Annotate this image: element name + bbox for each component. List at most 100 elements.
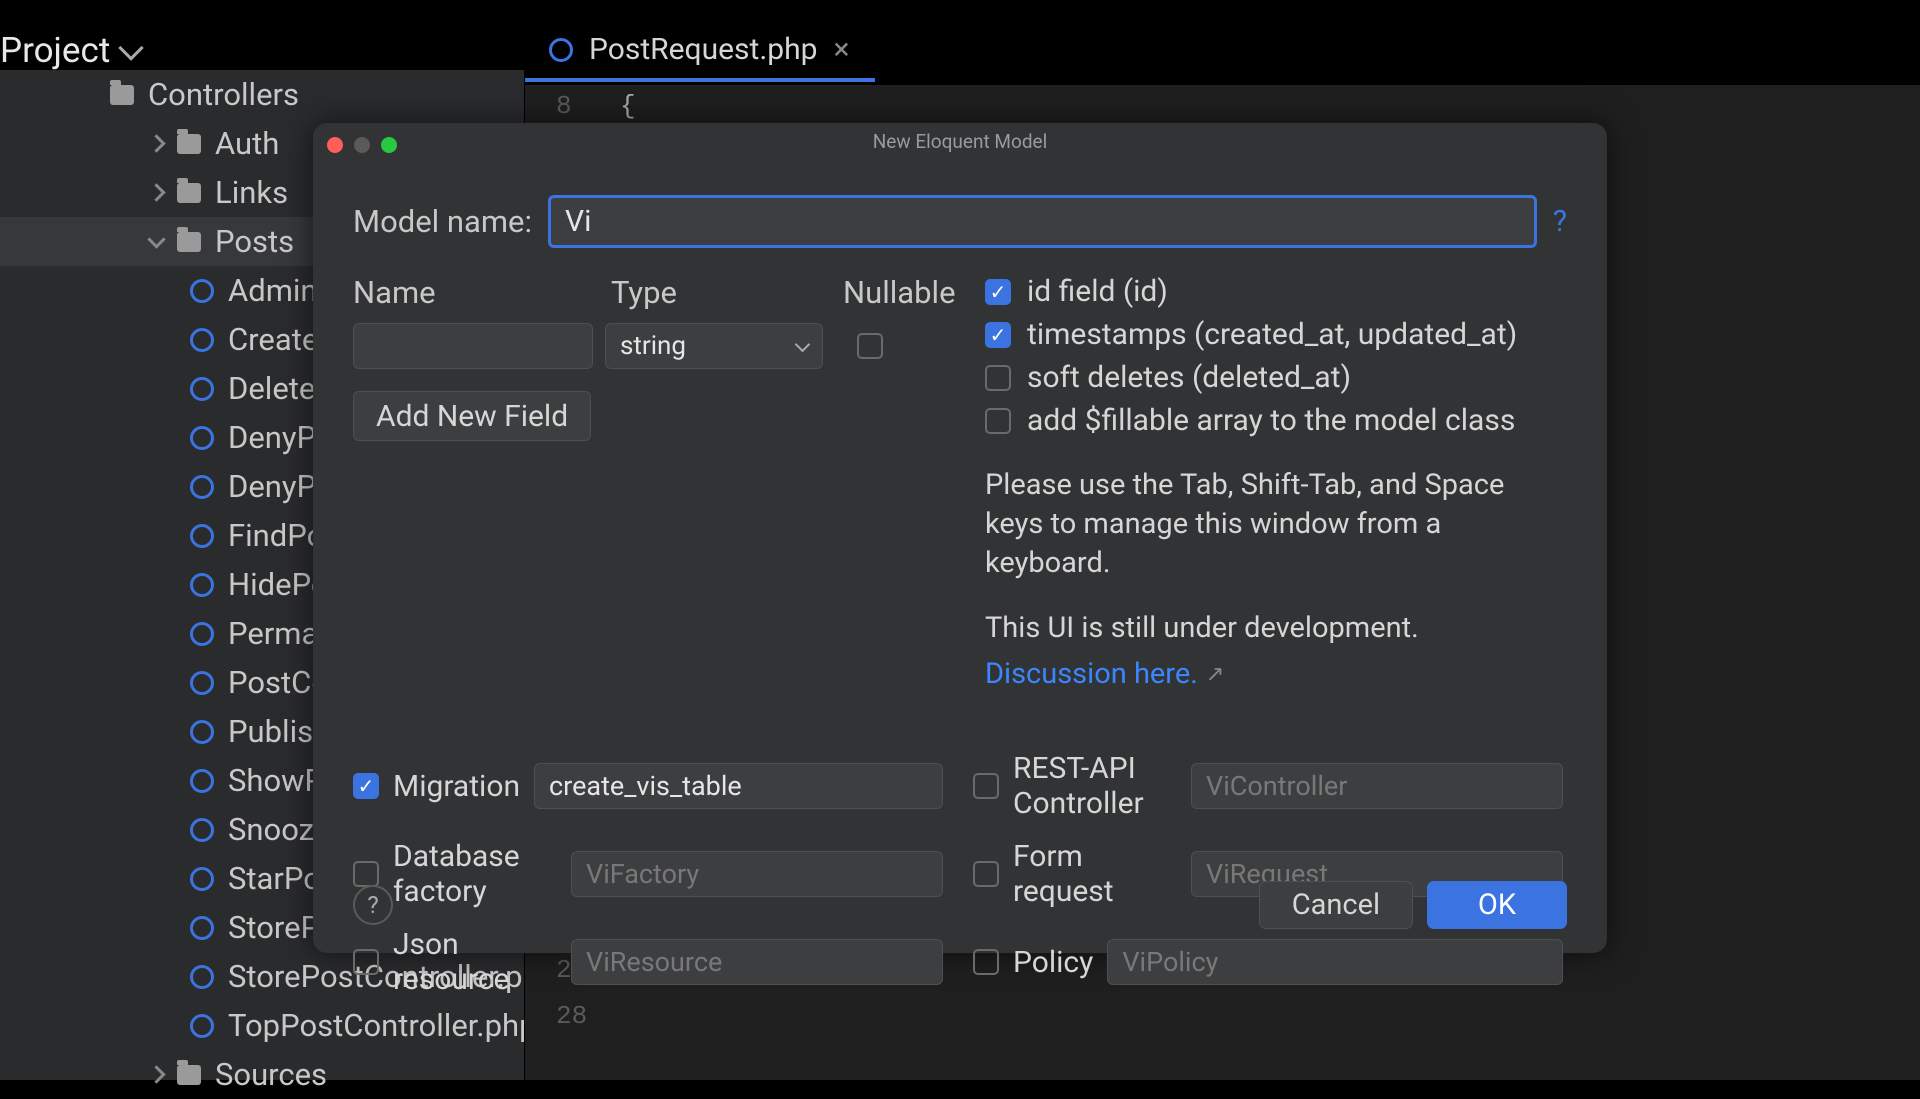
migration-checkbox[interactable]: ✓	[353, 773, 379, 799]
folder-icon	[177, 1065, 201, 1085]
class-file-icon	[190, 622, 214, 646]
window-minimize-icon	[354, 137, 370, 153]
dialog-help-button[interactable]: ?	[353, 885, 393, 925]
discussion-link[interactable]: Discussion here. ↗	[985, 657, 1224, 691]
class-file-icon	[190, 965, 214, 989]
chevron-right-icon	[147, 1065, 165, 1083]
tree-file-label: DenyP	[228, 419, 316, 456]
active-tab-indicator	[525, 78, 875, 82]
tree-label: Posts	[215, 223, 294, 260]
chevron-down-icon	[147, 230, 165, 248]
tree-file-label: StarPo	[228, 860, 321, 897]
tree-label: Links	[215, 174, 288, 211]
json-resource-checkbox[interactable]	[353, 949, 379, 975]
dialog-titlebar[interactable]: New Eloquent Model	[313, 123, 1607, 161]
tree-file-label: Create	[228, 321, 318, 358]
folder-icon	[110, 85, 134, 105]
class-file-icon	[190, 1014, 214, 1038]
tree-file-label: DenyP	[228, 468, 316, 505]
policy-input[interactable]	[1107, 939, 1563, 985]
code-text: {	[620, 91, 636, 121]
json-resource-label: Json resource	[393, 927, 557, 997]
field-type-select[interactable]: string	[605, 323, 823, 369]
model-name-input[interactable]	[548, 195, 1537, 248]
dialog-title: New Eloquent Model	[873, 130, 1047, 153]
policy-label: Policy	[1013, 945, 1093, 980]
field-name-input[interactable]	[353, 323, 593, 369]
tree-folder-controllers[interactable]: Controllers	[0, 70, 524, 119]
json-resource-input[interactable]	[571, 939, 943, 985]
model-name-label: Model name:	[353, 203, 532, 240]
tree-file-label: TopPostController.php	[228, 1007, 524, 1044]
tree-label: Auth	[215, 125, 279, 162]
folder-icon	[177, 232, 201, 252]
line-number: 28	[556, 1001, 587, 1031]
window-zoom-icon[interactable]	[381, 137, 397, 153]
tree-file-label: Snooz	[228, 811, 314, 848]
class-file-icon	[549, 38, 573, 62]
chevron-down-icon	[795, 336, 811, 352]
fillable-label: add $fillable array to the model class	[1027, 403, 1515, 438]
tree-file-label: Admin	[228, 272, 318, 309]
add-new-field-button[interactable]: Add New Field	[353, 391, 591, 441]
new-eloquent-model-dialog: New Eloquent Model Model name: ? Name Ty…	[313, 123, 1607, 953]
soft-deletes-checkbox[interactable]	[985, 365, 1011, 391]
class-file-icon	[190, 818, 214, 842]
fillable-checkbox[interactable]	[985, 408, 1011, 434]
class-file-icon	[190, 377, 214, 401]
timestamps-checkbox[interactable]: ✓	[985, 322, 1011, 348]
class-file-icon	[190, 426, 214, 450]
tree-file-label: ShowP	[228, 762, 324, 799]
migration-label: Migration	[393, 769, 520, 804]
tree-label: Sources	[215, 1056, 327, 1093]
folder-icon	[177, 183, 201, 203]
folder-icon	[177, 134, 201, 154]
class-file-icon	[190, 328, 214, 352]
cancel-button[interactable]: Cancel	[1259, 881, 1413, 929]
col-header-type: Type	[611, 274, 843, 311]
rest-controller-checkbox[interactable]	[973, 773, 999, 799]
editor-tab[interactable]: PostRequest.php ×	[525, 20, 873, 79]
ok-button[interactable]: OK	[1427, 881, 1567, 929]
project-toolwindow-button[interactable]: Project	[0, 0, 140, 71]
col-header-name: Name	[353, 274, 611, 311]
class-file-icon	[190, 475, 214, 499]
tree-file[interactable]: TopPostController.php	[0, 1001, 524, 1050]
timestamps-label: timestamps (created_at, updated_at)	[1027, 317, 1517, 352]
class-file-icon	[190, 720, 214, 744]
class-file-icon	[190, 573, 214, 597]
tab-label: PostRequest.php	[589, 32, 817, 67]
class-file-icon	[190, 524, 214, 548]
col-header-nullable: Nullable	[843, 274, 971, 311]
chevron-right-icon	[147, 183, 165, 201]
tree-file-label: Perma	[228, 615, 318, 652]
soft-deletes-label: soft deletes (deleted_at)	[1027, 360, 1351, 395]
project-label: Project	[0, 30, 110, 71]
tree-file-label: FindPo	[228, 517, 324, 554]
policy-checkbox[interactable]	[973, 949, 999, 975]
line-number: 8	[556, 91, 572, 121]
id-field-checkbox[interactable]: ✓	[985, 279, 1011, 305]
class-file-icon	[190, 916, 214, 940]
discussion-link-text: Discussion here.	[985, 657, 1198, 691]
rest-controller-input[interactable]	[1191, 763, 1563, 809]
chevron-down-icon	[119, 35, 144, 60]
close-tab-icon[interactable]: ×	[833, 32, 849, 67]
rest-controller-label: REST-API Controller	[1013, 751, 1177, 821]
field-type-value: string	[620, 331, 686, 361]
external-link-icon: ↗	[1206, 662, 1224, 687]
migration-input[interactable]	[534, 763, 943, 809]
keyboard-hint: Please use the Tab, Shift-Tab, and Space…	[985, 466, 1567, 583]
class-file-icon	[190, 671, 214, 695]
tree-file-label: StoreP	[228, 909, 320, 946]
window-close-icon[interactable]	[327, 137, 343, 153]
class-file-icon	[190, 769, 214, 793]
nullable-checkbox[interactable]	[857, 333, 883, 359]
tree-label: Controllers	[148, 76, 299, 113]
id-field-label: id field (id)	[1027, 274, 1168, 309]
chevron-right-icon	[147, 134, 165, 152]
class-file-icon	[190, 279, 214, 303]
help-icon[interactable]: ?	[1553, 204, 1567, 239]
tree-folder-sources[interactable]: Sources	[0, 1050, 524, 1099]
class-file-icon	[190, 867, 214, 891]
